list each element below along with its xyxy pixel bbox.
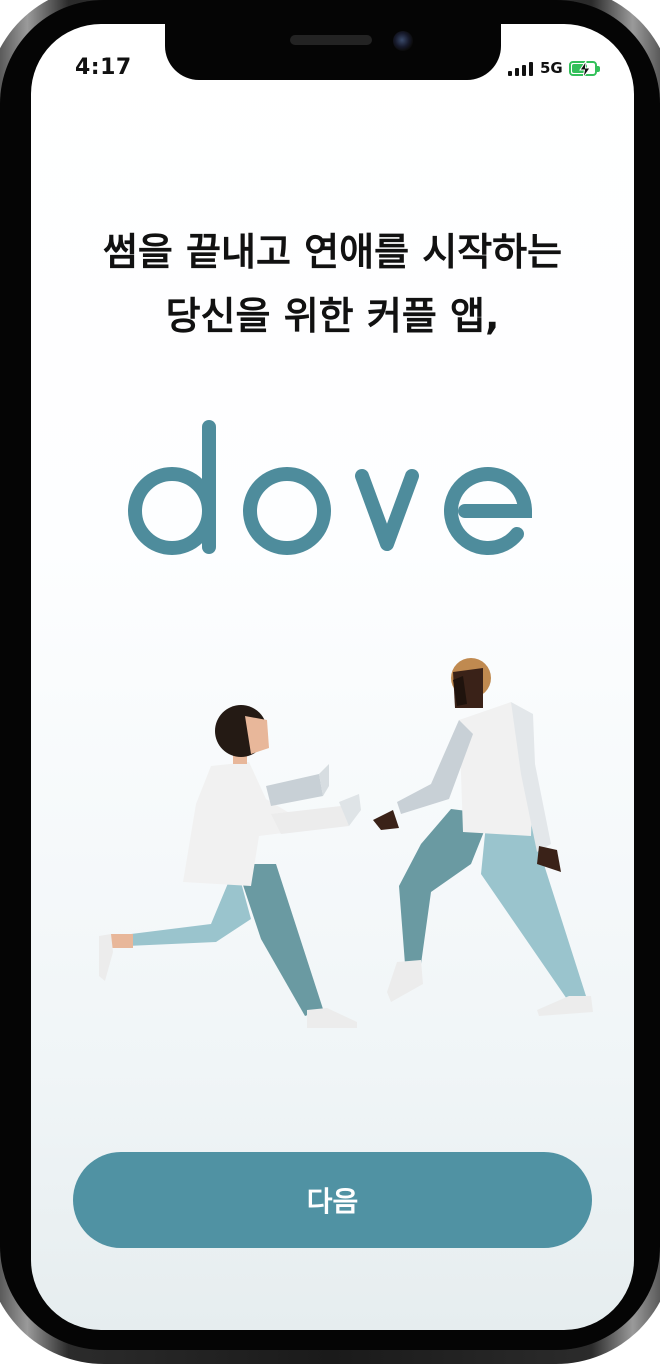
- front-camera-icon: [393, 31, 413, 51]
- cellular-signal-icon: [508, 60, 533, 76]
- app-screen: 4:17 5G 썸을 끝내고 연애를 시작하는 당신을 위한 커플 앱, 다음: [31, 24, 634, 1330]
- battery-charging-icon: [568, 60, 600, 78]
- status-indicators: 5G: [508, 57, 600, 79]
- notch: [165, 24, 501, 80]
- speaker-grille: [290, 35, 372, 45]
- headline-line-1: 썸을 끝내고 연애를 시작하는: [102, 230, 563, 274]
- couple-running-illustration: [99, 658, 593, 1028]
- right-person-figure: [373, 658, 593, 1016]
- status-time: 4:17: [75, 55, 132, 80]
- next-button[interactable]: 다음: [73, 1152, 592, 1248]
- onboarding-headline: 썸을 끝내고 연애를 시작하는 당신을 위한 커플 앱,: [31, 220, 634, 348]
- headline-line-2: 당신을 위한 커플 앱,: [165, 294, 500, 338]
- network-type: 5G: [540, 59, 563, 77]
- dove-logo: [128, 420, 533, 555]
- left-person-figure: [99, 705, 361, 1028]
